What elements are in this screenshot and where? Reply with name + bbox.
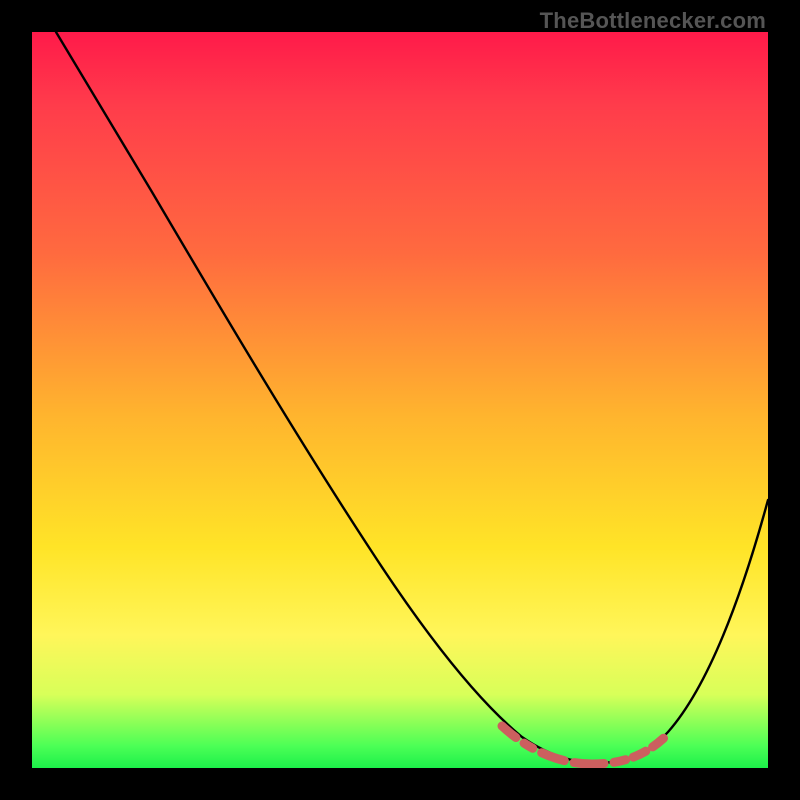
bottleneck-curve <box>56 32 768 763</box>
watermark-label: TheBottlenecker.com <box>540 8 766 34</box>
plot-area <box>32 32 768 768</box>
chart-frame: TheBottlenecker.com <box>0 0 800 800</box>
curve-svg <box>32 32 768 768</box>
highlight-segment <box>502 726 668 764</box>
